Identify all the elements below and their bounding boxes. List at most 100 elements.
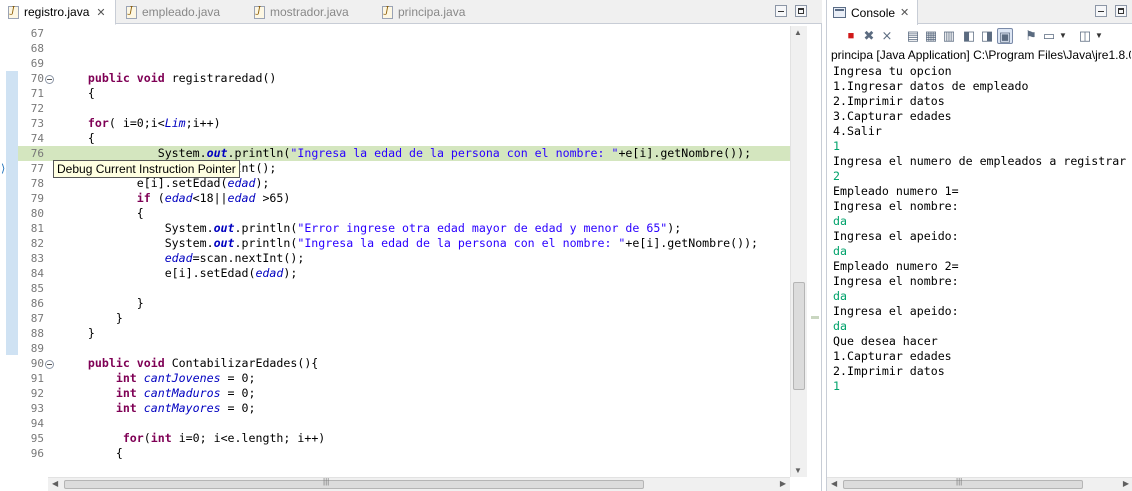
scroll-left-arrow-icon[interactable]: ◀ (52, 479, 58, 488)
open-console-icon[interactable]: ◫ (1077, 28, 1093, 44)
line-number: 86 (30, 297, 44, 310)
terminate-icon[interactable]: ■ (843, 28, 859, 44)
tab-registro-java[interactable]: registro.java ✕ (0, 0, 116, 25)
scroll-right-arrow-icon[interactable]: ▶ (1123, 479, 1129, 488)
console-user-input: 2 (833, 169, 840, 183)
show-console-on-output-icon[interactable]: ◧ (961, 28, 977, 44)
line-number: 95 (30, 432, 44, 445)
code-line[interactable]: 69 (18, 56, 790, 71)
scrollbar-thumb[interactable] (793, 282, 805, 390)
debug-tooltip: Debug Current Instruction Pointer (53, 160, 240, 178)
line-number: 87 (30, 312, 44, 325)
tab-console[interactable]: Console ✕ (827, 0, 919, 25)
code-token: "Ingresa la edad de la persona con el no… (290, 146, 619, 160)
console-output-line: 3.Capturar edades (833, 109, 952, 123)
console-output-line: Ingresa el nombre: (833, 274, 959, 288)
console-user-input: da (833, 244, 847, 258)
editor-pane: registro.java ✕ empleado.java mostrador.… (0, 0, 822, 491)
fold-collapse-icon[interactable] (45, 360, 54, 369)
overview-ruler[interactable] (808, 26, 821, 477)
code-text: int cantJovenes = 0; (60, 371, 256, 386)
chevron-down-icon[interactable]: ▼ (1059, 28, 1067, 44)
code-line[interactable]: 96 { (18, 446, 790, 461)
code-line[interactable]: 89 (18, 341, 790, 356)
code-token: } (60, 296, 144, 310)
code-line[interactable]: 73 for( i=0;i<Lim;i++) (18, 116, 790, 131)
code-line[interactable]: 81 System.out.println("Error ingrese otr… (18, 221, 790, 236)
remove-launch-icon[interactable]: ✖ (861, 28, 877, 44)
remove-all-launches-icon[interactable]: ⨯ (879, 28, 895, 44)
line-number: 85 (30, 282, 44, 295)
code-line[interactable]: 78 e[i].setEdad(edad); (18, 176, 790, 191)
code-line[interactable]: 83 edad=scan.nextInt(); (18, 251, 790, 266)
editor-vertical-scrollbar[interactable]: ▲ ▼ (790, 26, 807, 477)
code-line[interactable]: 94 (18, 416, 790, 431)
code-token: = 0; (220, 401, 256, 415)
close-icon[interactable]: ✕ (900, 6, 909, 19)
close-icon[interactable]: ✕ (96, 6, 105, 19)
clear-console-icon[interactable]: ▤ (905, 28, 921, 44)
tab-empleado-java[interactable]: empleado.java (118, 0, 220, 24)
java-file-icon (126, 5, 137, 19)
scroll-lock-icon[interactable]: ▦ (923, 28, 939, 44)
pin-console-icon[interactable]: ▣ (997, 28, 1013, 44)
editor-horizontal-scrollbar[interactable]: ◀ ||| ▶ (48, 477, 790, 491)
maximize-button[interactable] (1115, 5, 1127, 17)
code-token: edad (255, 266, 284, 280)
fold-collapse-icon[interactable] (45, 75, 54, 84)
scrollbar-thumb[interactable]: ||| (64, 477, 644, 489)
code-line[interactable]: 82 System.out.println("Ingresa la edad d… (18, 236, 790, 251)
code-token: .println( (227, 146, 291, 160)
code-line[interactable]: 72 (18, 101, 790, 116)
code-line[interactable]: 85 (18, 281, 790, 296)
display-selected-console-icon[interactable]: ▭ (1041, 28, 1057, 44)
code-line[interactable]: 88 } (18, 326, 790, 341)
code-line[interactable]: 86 } (18, 296, 790, 311)
code-line[interactable]: 92 int cantMaduros = 0; (18, 386, 790, 401)
code-line[interactable]: 90 public void ContabilizarEdades(){ (18, 356, 790, 371)
tab-mostrador-java[interactable]: mostrador.java (246, 0, 349, 24)
scroll-down-arrow-icon[interactable]: ▼ (794, 466, 802, 475)
code-line[interactable]: 91 int cantJovenes = 0; (18, 371, 790, 386)
scroll-up-arrow-icon[interactable]: ▲ (794, 28, 802, 37)
code-line[interactable]: 71 { (18, 86, 790, 101)
code-token: int (115, 401, 137, 415)
code-line[interactable]: 70 public void registraredad() (18, 71, 790, 86)
code-line[interactable]: 93 int cantMayores = 0; (18, 401, 790, 416)
tab-principa-java[interactable]: principa.java (374, 0, 465, 24)
code-line[interactable]: 84 e[i].setEdad(edad); (18, 266, 790, 281)
ruler-mark[interactable] (811, 316, 819, 319)
chevron-down-icon[interactable]: ▼ (1095, 28, 1103, 44)
code-token: edad (164, 191, 193, 205)
code-token: = 0; (220, 386, 256, 400)
code-line[interactable]: 68 (18, 41, 790, 56)
scrollbar-thumb[interactable]: ||| (843, 477, 1083, 489)
minimize-button[interactable] (1095, 5, 1107, 17)
code-token: cantMaduros (143, 386, 221, 400)
minimize-button[interactable] (775, 5, 787, 17)
code-area[interactable]: 67 68 69 70 public void registraredad() 71 {… (18, 26, 790, 477)
console-horizontal-scrollbar[interactable]: ◀ ||| ▶ (827, 477, 1132, 491)
line-number: 91 (30, 372, 44, 385)
code-line[interactable]: 67 (18, 26, 790, 41)
word-wrap-icon[interactable]: ▥ (941, 28, 957, 44)
code-line[interactable]: 80 { (18, 206, 790, 221)
code-line[interactable]: 74 { (18, 131, 790, 146)
line-number: 76 (30, 147, 44, 160)
code-line[interactable]: 87 } (18, 311, 790, 326)
code-token: +e[i].getNombre()); (625, 236, 759, 250)
show-console-on-error-icon[interactable]: ◨ (979, 28, 995, 44)
scroll-right-arrow-icon[interactable]: ▶ (780, 479, 786, 488)
code-token: { (60, 131, 95, 145)
code-line[interactable]: 76 System.out.println("Ingresa la edad d… (18, 146, 790, 161)
maximize-button[interactable] (795, 5, 807, 17)
tab-label: mostrador.java (270, 5, 349, 19)
code-line[interactable]: 79 if (edad<18||edad >65) (18, 191, 790, 206)
pin-icon[interactable]: ⚑ (1023, 28, 1039, 44)
console-output[interactable]: Ingresa tu opcion 1.Ingresar datos de emp… (833, 64, 1132, 478)
code-line[interactable]: 95 for(int i=0; i<e.length; i++) (18, 431, 790, 446)
scroll-left-arrow-icon[interactable]: ◀ (831, 479, 837, 488)
